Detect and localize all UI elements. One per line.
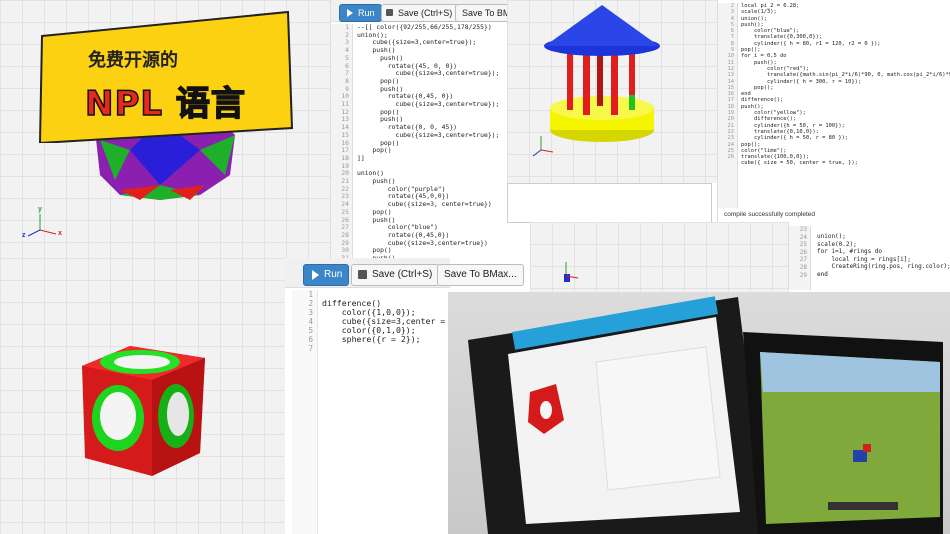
save-to-bmax-button[interactable]: Save To BMax... — [437, 264, 524, 286]
title-banner: 免费开源的 NPL 语言 — [30, 8, 300, 143]
line-gutter: 1 2 3 4 5 6 7 — [292, 290, 318, 534]
axis-z-label: z — [22, 232, 26, 239]
viewport-pavilion — [507, 0, 717, 183]
code-editor[interactable]: --[[ color({92/255,66/255,178/255}) unio… — [357, 24, 529, 258]
axes-gizmo-2 — [529, 130, 559, 160]
console-panel — [507, 183, 712, 223]
code-editor[interactable]: union(); scale(0.2); for i=1, #rings do … — [817, 233, 950, 291]
save-icon — [386, 9, 393, 16]
editor-window-ring: 23 24 25 26 27 28 29 union(); scale(0.2)… — [788, 222, 950, 292]
code-editor[interactable]: local pi_2 = 6.28; scale(1/3); union(); … — [741, 3, 950, 208]
title-line2: NPL 语言 — [84, 83, 246, 125]
axis-y-label: y — [38, 206, 42, 213]
run-button[interactable]: Run — [303, 264, 350, 286]
editor-window-right: 2 3 4 5 6 7 8 9 10 11 12 13 14 15 16 17 … — [717, 0, 950, 222]
difference-cube-model — [82, 346, 205, 476]
line-gutter: 23 24 25 26 27 28 29 — [789, 226, 811, 290]
compile-status: compile successfully completed — [724, 211, 816, 218]
title-line1: 免费开源的 — [88, 50, 178, 71]
axes-gizmo: y x z — [22, 206, 72, 243]
code-editor[interactable]: difference() color({1,0,0}); cube({size=… — [322, 290, 448, 410]
play-icon — [347, 9, 353, 17]
tablet-photo — [448, 292, 950, 534]
viewport-difference — [0, 258, 290, 534]
save-icon — [358, 270, 367, 279]
play-icon — [312, 270, 319, 280]
tablets-illustration — [468, 296, 943, 534]
run-button[interactable]: Run — [339, 4, 382, 22]
line-gutter: 1 2 3 4 5 6 7 8 9 10 11 12 13 14 15 16 1… — [331, 23, 353, 258]
axis-x-label: x — [58, 230, 62, 237]
code-area-bottom: 1 2 3 4 5 6 7 difference() color({1,0,0}… — [292, 288, 448, 534]
viewport-ring — [530, 222, 788, 292]
line-gutter: 2 3 4 5 6 7 8 9 10 11 12 13 14 15 16 17 … — [718, 3, 738, 208]
editor-window-middle: Run Save (Ctrl+S) Save To BMa 1 2 3 4 5 … — [330, 0, 530, 258]
axes-gizmo-3 — [564, 262, 579, 282]
